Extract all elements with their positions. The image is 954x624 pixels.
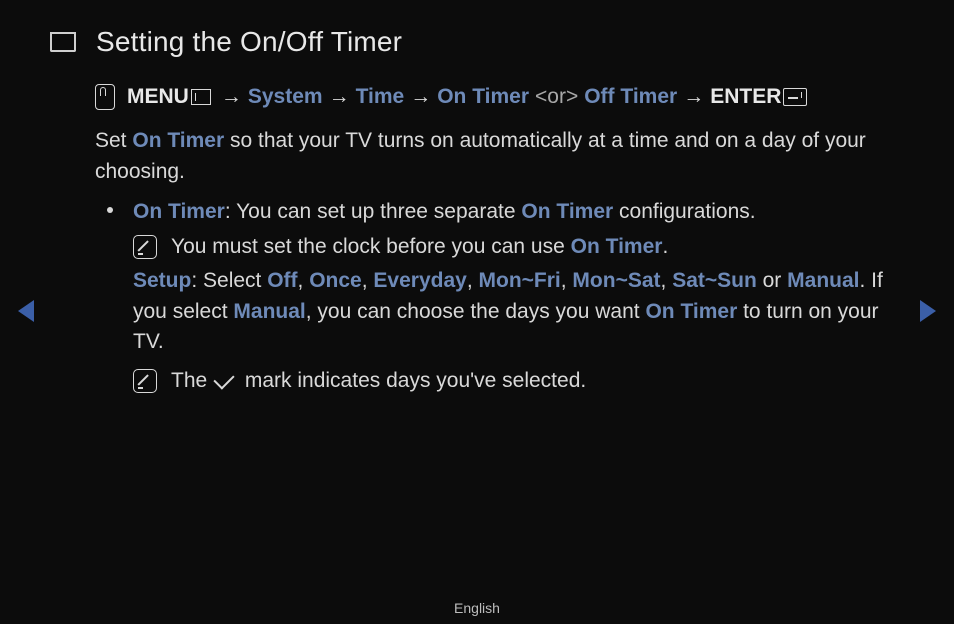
remote-icon (95, 84, 115, 110)
arrow-icon: → (323, 82, 356, 112)
enter-icon (783, 88, 807, 106)
path-enter: ENTER (710, 82, 781, 112)
option: Sat~Sun (672, 269, 757, 292)
text: , (298, 269, 310, 292)
arrow-icon: → (215, 82, 248, 112)
term: On Timer (133, 200, 225, 223)
text: configurations. (613, 200, 755, 223)
term: On Timer (571, 235, 663, 258)
text: The (171, 369, 213, 392)
arrow-icon: → (404, 82, 437, 112)
note-icon (133, 369, 157, 393)
path-or: <or> (529, 82, 584, 112)
book-icon (50, 32, 76, 52)
text: . (662, 235, 668, 258)
language-label: English (0, 600, 954, 616)
bullet-icon (107, 207, 113, 213)
check-icon (213, 368, 234, 389)
note-icon (133, 235, 157, 259)
breadcrumb: MENU → System → Time → On Timer <or> Off… (95, 82, 894, 112)
bullet-item: On Timer: You can set up three separate … (95, 197, 894, 396)
path-system: System (248, 82, 323, 112)
text: , (661, 269, 673, 292)
menu-screen-icon (191, 89, 211, 105)
text: : You can set up three separate (225, 200, 522, 223)
note-row: The mark indicates days you've selected. (133, 366, 894, 396)
term: On Timer (645, 300, 737, 323)
path-off-timer: Off Timer (584, 82, 677, 112)
note-text: You must set the clock before you can us… (171, 232, 668, 262)
option: Once (309, 269, 362, 292)
next-page-button[interactable] (920, 300, 936, 322)
text: , (561, 269, 573, 292)
option: Manual (233, 300, 305, 323)
path-menu: MENU (127, 82, 189, 112)
option: Off (267, 269, 297, 292)
option: Mon~Fri (479, 269, 561, 292)
intro-part: Set (95, 129, 132, 152)
bullet-heading: On Timer: You can set up three separate … (133, 197, 894, 227)
page-title: Setting the On/Off Timer (96, 26, 402, 58)
text: You must set the clock before you can us… (171, 235, 571, 258)
setup-text: Setup: Select Off, Once, Everyday, Mon~F… (133, 266, 894, 357)
option: Everyday (373, 269, 466, 292)
text: : Select (191, 269, 267, 292)
intro-link: On Timer (132, 129, 224, 152)
term: Setup (133, 269, 191, 292)
text: , you can choose the days you want (306, 300, 646, 323)
text: , (467, 269, 479, 292)
term: On Timer (521, 200, 613, 223)
arrow-icon: → (677, 82, 710, 112)
option: Mon~Sat (572, 269, 660, 292)
path-on-timer: On Timer (437, 82, 529, 112)
option: Manual (787, 269, 859, 292)
note-row: You must set the clock before you can us… (133, 232, 894, 262)
prev-page-button[interactable] (18, 300, 34, 322)
text: mark indicates days you've selected. (239, 369, 586, 392)
path-time: Time (356, 82, 405, 112)
intro-text: Set On Timer so that your TV turns on au… (95, 126, 894, 187)
note-text: The mark indicates days you've selected. (171, 366, 586, 396)
text: , (362, 269, 374, 292)
text: or (757, 269, 787, 292)
